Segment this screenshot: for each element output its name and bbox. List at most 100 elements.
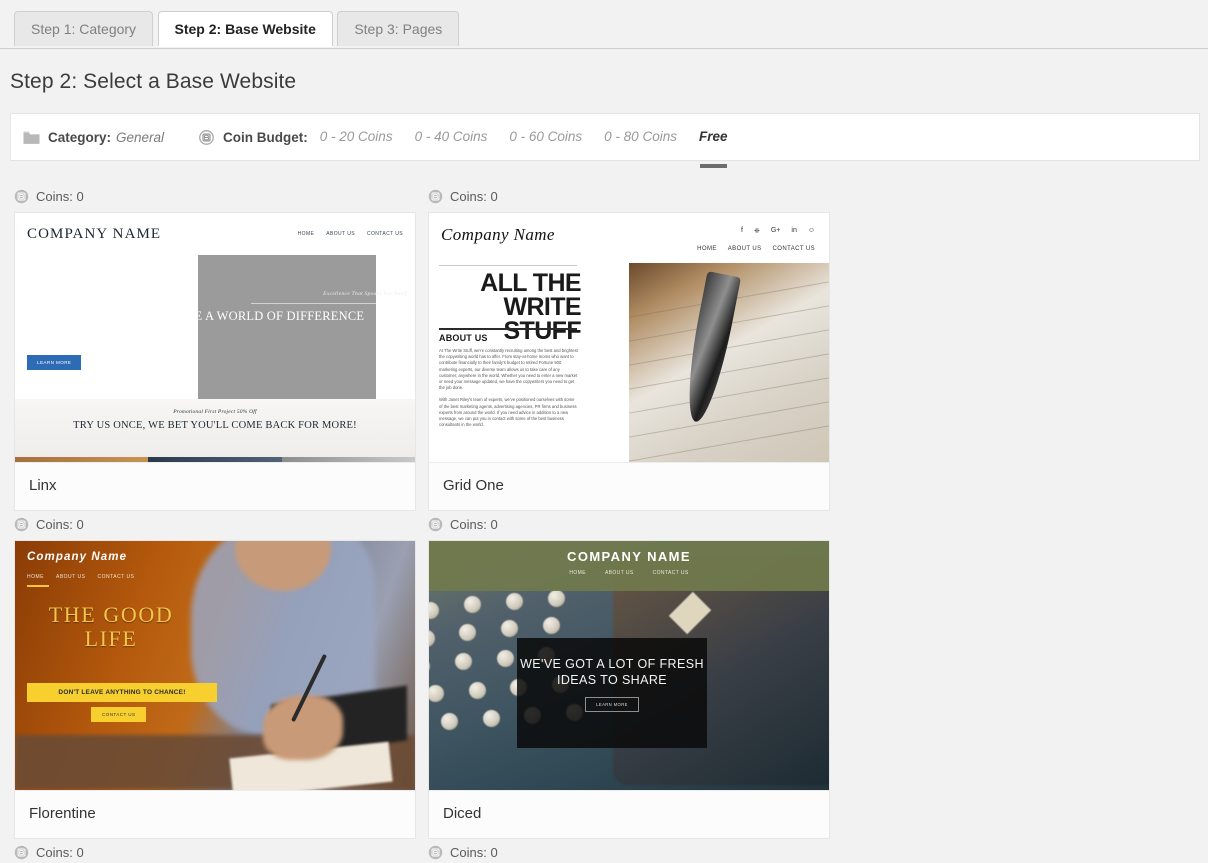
coins-row-florentine: Coins: 0: [14, 511, 416, 537]
coin-icon: [199, 129, 214, 145]
coins-label: Coins: 0: [450, 188, 498, 204]
nav-home: HOME: [297, 231, 315, 237]
budget-option-0-20[interactable]: 0 - 20 Coins: [320, 129, 393, 146]
coin-icon: [14, 189, 29, 203]
template-cell-florentine: Coins: 0 Company Name HOME ABOUT US CONT: [8, 511, 422, 839]
coin-icon: [428, 189, 443, 203]
template-name-diced: Diced: [429, 791, 829, 838]
preview-contact-button: CONTACT US: [91, 707, 147, 722]
template-cell-hifidel: Coins: 0 COMPANY NAME f ❈ G+ in ☺ HOME A…: [8, 839, 422, 863]
wizard-tab-bar: Step 1: Category Step 2: Base Website St…: [0, 0, 1208, 49]
preview-overlay-box: WE'VE GOT A LOT OF FRESH IDEAS TO SHARE …: [517, 638, 707, 748]
coins-label: Coins: 0: [36, 844, 84, 860]
preview-logo: Company Name: [441, 225, 555, 244]
nav-about: ABOUT US: [56, 574, 86, 580]
preview-nav-underline: [27, 585, 49, 587]
category-filter[interactable]: Category: General: [23, 130, 164, 145]
template-card-linx[interactable]: COMPANY NAME HOME ABOUT US CONTACT US Ex…: [14, 212, 416, 511]
budget-option-0-60[interactable]: 0 - 60 Coins: [509, 129, 582, 146]
preview-divider-top: [439, 265, 577, 266]
preview-hand: [263, 695, 343, 761]
preview-learn-more-button: LEARN MORE: [585, 697, 639, 712]
nav-contact: CONTACT US: [772, 246, 815, 252]
preview-divider: [251, 303, 407, 304]
coin-icon: [14, 845, 29, 859]
preview-subhead: Excellence That Speaks For Itself: [323, 291, 407, 297]
preview-logo: COMPANY NAME: [27, 225, 162, 242]
preview-cta-text: TRY US ONCE, WE BET YOU'LL COME BACK FOR…: [73, 420, 357, 431]
preview-header-bar: COMPANY NAME HOME ABOUT US CONTACT US: [429, 541, 829, 591]
coin-icon: [428, 845, 443, 859]
nav-contact: CONTACT US: [97, 574, 135, 580]
preview-section-title: ABOUT US: [439, 333, 488, 343]
preview-promo-text: Promotional First Project 50% Off: [173, 409, 257, 415]
preview-nav: HOME ABOUT US CONTACT US: [697, 246, 815, 252]
coin-icon: [428, 517, 443, 531]
preview-body-paragraph-1: At The Write Stuff, we're constantly rec…: [439, 348, 578, 391]
preview-photo-strip: [15, 457, 415, 462]
coin-icon: [14, 517, 29, 531]
coins-row-linx: Coins: 0: [14, 183, 416, 209]
coin-budget-label: Coin Budget:: [223, 129, 308, 145]
template-grid: Coins: 0 COMPANY NAME HOME ABOUT US CONT…: [8, 183, 1200, 863]
template-cell-linx: Coins: 0 COMPANY NAME HOME ABOUT US CONT…: [8, 183, 422, 511]
nav-about: ABOUT US: [326, 231, 355, 237]
preview-body-text: At The Write Stuff, we're constantly rec…: [439, 348, 579, 434]
preview-nav: HOME ABOUT US CONTACT US: [298, 231, 403, 237]
preview-nav: HOME ABOUT US CONTACT US: [27, 574, 135, 580]
preview-learn-more-button: LEARN MORE: [27, 355, 82, 370]
nav-contact: CONTACT US: [652, 570, 689, 576]
other-social-icon: ☺: [807, 227, 815, 234]
preview-nav: HOME ABOUT US CONTACT US: [429, 570, 829, 576]
template-name-linx: Linx: [15, 463, 415, 510]
template-thumbnail-diced[interactable]: COMPANY NAME HOME ABOUT US CONTACT US WE…: [429, 541, 829, 791]
coins-row-hifidel: Coins: 0: [14, 839, 416, 863]
page-title: Step 2: Select a Base Website: [10, 70, 297, 93]
tab-step-2-base-website[interactable]: Step 2: Base Website: [157, 11, 333, 46]
nav-about: ABOUT US: [727, 246, 762, 252]
preview-promo-band: Promotional First Project 50% Off TRY US…: [15, 399, 415, 457]
preview-divider-bottom: [439, 328, 577, 330]
folder-icon: [23, 131, 40, 144]
nav-home: HOME: [697, 246, 717, 252]
twitter-icon: ❈: [753, 228, 760, 235]
template-card-florentine[interactable]: Company Name HOME ABOUT US CONTACT US TH…: [14, 540, 416, 839]
category-label: Category:: [48, 129, 112, 145]
budget-option-0-40[interactable]: 0 - 40 Coins: [415, 129, 488, 146]
template-thumbnail-florentine[interactable]: Company Name HOME ABOUT US CONTACT US TH…: [15, 541, 415, 791]
preview-banner: DON'T LEAVE ANYTHING TO CHANCE!: [27, 683, 217, 702]
coins-label: Coins: 0: [450, 516, 498, 532]
nav-about: ABOUT US: [604, 570, 634, 576]
budget-option-0-80[interactable]: 0 - 80 Coins: [604, 129, 677, 146]
nav-home: HOME: [569, 570, 586, 576]
category-value: General: [116, 129, 165, 145]
facebook-icon: f: [741, 227, 743, 234]
tab-step-1-category[interactable]: Step 1: Category: [14, 11, 154, 46]
coin-budget-filter: Coin Budget: 0 - 20 Coins 0 - 40 Coins 0…: [198, 129, 728, 168]
preview-hero-block: [198, 255, 376, 399]
google-plus-icon: G+: [770, 227, 781, 234]
tab-step-3-pages[interactable]: Step 3: Pages: [337, 11, 460, 46]
preview-headline-line1: ALL THE: [480, 269, 581, 297]
coins-label: Coins: 0: [36, 516, 84, 532]
nav-home: HOME: [27, 574, 44, 580]
template-card-diced[interactable]: COMPANY NAME HOME ABOUT US CONTACT US WE…: [428, 540, 830, 839]
preview-headline: WE'VE GOT A LOT OF FRESH IDEAS TO SHARE: [520, 657, 704, 687]
preview-logo: Company Name: [27, 551, 128, 563]
coins-row-grid-one: Coins: 0: [428, 183, 830, 209]
preview-headline: THE GOOD LIFE: [48, 602, 174, 651]
budget-option-free[interactable]: Free: [699, 129, 728, 168]
nav-contact: CONTACT US: [366, 231, 403, 237]
template-thumbnail-linx[interactable]: COMPANY NAME HOME ABOUT US CONTACT US Ex…: [15, 213, 415, 463]
preview-social-icons: f ❈ G+ in ☺: [741, 227, 815, 235]
linkedin-icon: in: [791, 227, 797, 234]
preview-body-paragraph-2: With Janet Riley's team of experts, we'v…: [439, 397, 577, 428]
template-cell-diced: Coins: 0 COMPANY NAME HOME ABOUT US CONT…: [422, 511, 836, 839]
template-thumbnail-grid-one[interactable]: Company Name f ❈ G+ in ☺ HOME ABOUT US C…: [429, 213, 829, 463]
coins-row-resolve: Coins: 0: [428, 839, 830, 863]
template-cell-grid-one: Coins: 0 Company Name f ❈ G+ in ☺ HOME A…: [422, 183, 836, 511]
coins-label: Coins: 0: [36, 188, 84, 204]
template-card-grid-one[interactable]: Company Name f ❈ G+ in ☺ HOME ABOUT US C…: [428, 212, 830, 511]
filter-bar: Category: General Coin Budget: 0 - 20 Co…: [10, 113, 1200, 168]
coins-label: Coins: 0: [450, 844, 498, 860]
